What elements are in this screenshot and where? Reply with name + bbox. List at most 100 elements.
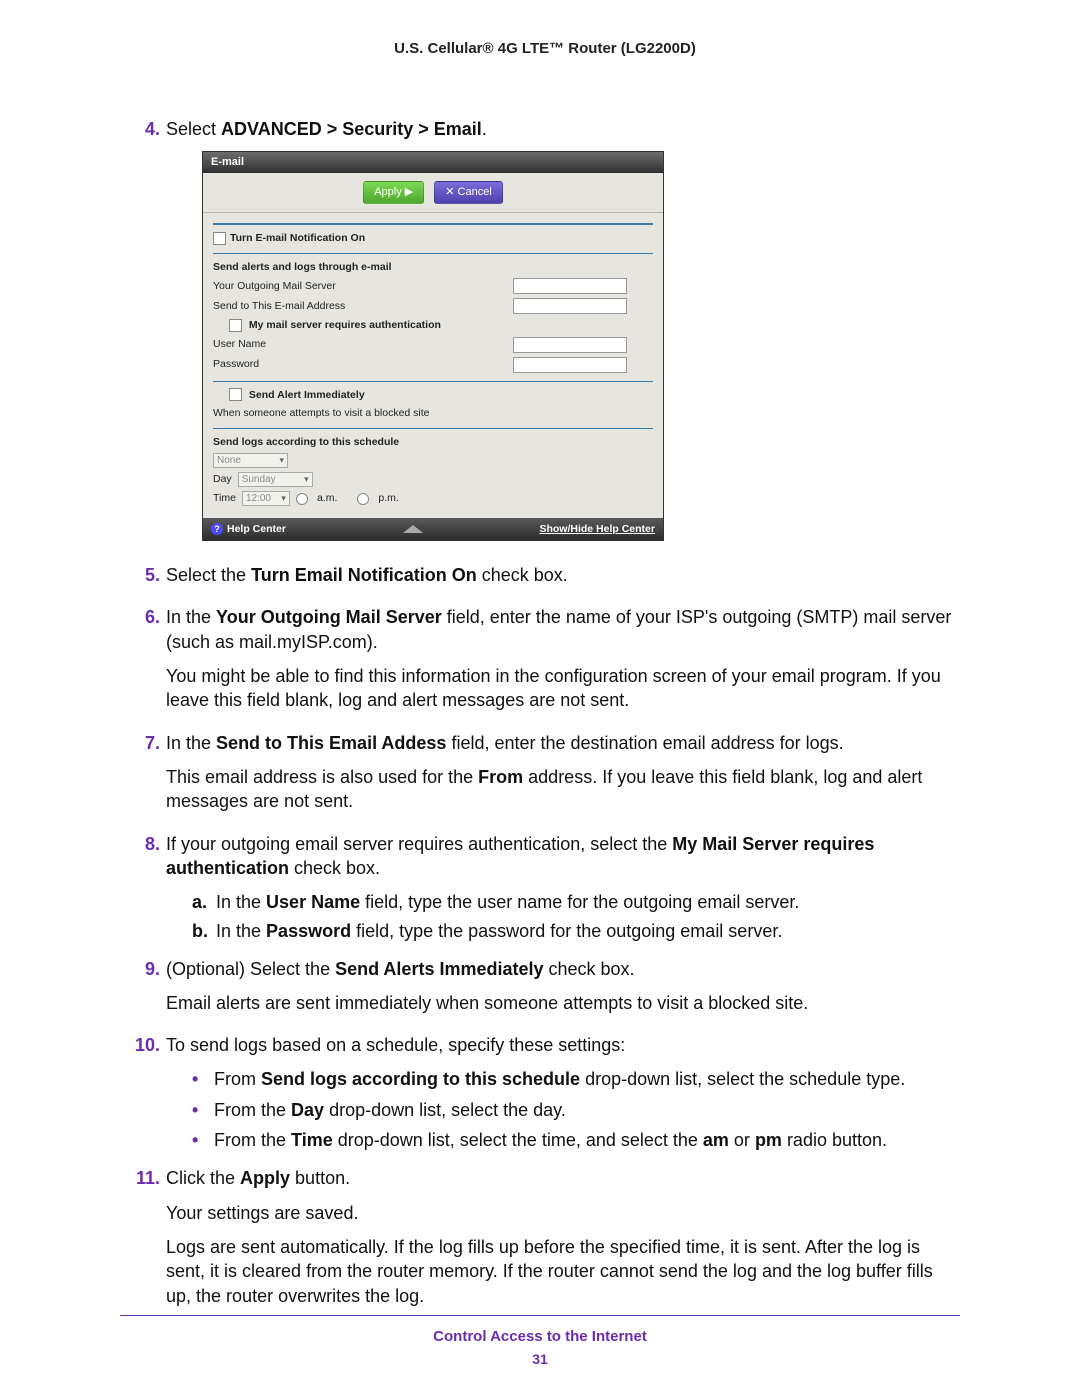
text: In the [166,607,216,627]
schedule-heading: Send logs according to this schedule [213,435,513,449]
text: In the [216,892,266,912]
text-bold: User Name [266,892,360,912]
send-alert-immediately-label: Send Alert Immediately [249,389,365,401]
text: Select the [166,565,251,585]
sub-step-letter: a. [192,890,216,915]
paragraph: To send logs based on a schedule, specif… [166,1033,960,1057]
turn-email-on-label: Turn E-mail Notification On [230,231,365,245]
pm-radio[interactable] [357,493,369,505]
schedule-value: None [217,454,241,468]
turn-email-on-checkbox[interactable] [213,232,226,245]
send-to-label: Send to This E-mail Address [213,299,513,313]
requires-auth-checkbox[interactable] [229,319,242,332]
text: drop-down list, select the time, and sel… [333,1130,703,1150]
text-bold: Apply [240,1168,290,1188]
paragraph: Email alerts are sent immediately when s… [166,991,960,1015]
text-bold: pm [755,1130,782,1150]
document-page: U.S. Cellular® 4G LTE™ Router (LG2200D) … [0,0,1080,1397]
user-name-input[interactable] [513,337,627,353]
divider [213,428,653,429]
router-email-screenshot: E-mail Apply ▶ ✕ Cancel Turn E-mail Noti… [202,151,664,541]
step-7: 7. In the Send to This Email Addess fiel… [130,731,960,824]
screenshot-toolbar: Apply ▶ ✕ Cancel [203,173,663,213]
text-bold: am [703,1130,729,1150]
help-center-link[interactable]: Help Center [227,522,286,536]
bullet-item: From the Time drop-down list, select the… [192,1128,960,1152]
time-select[interactable]: 12:00 ▾ [242,491,290,506]
text-bold: Time [291,1130,333,1150]
step-6: 6. In the Your Outgoing Mail Server fiel… [130,605,960,722]
text: or [729,1130,755,1150]
outgoing-server-label: Your Outgoing Mail Server [213,279,513,293]
password-input[interactable] [513,357,627,373]
page-header: U.S. Cellular® 4G LTE™ Router (LG2200D) [130,40,960,57]
arrow-up-icon [403,525,423,533]
text: button. [290,1168,350,1188]
text: Select [166,119,221,139]
text: radio button. [782,1130,887,1150]
user-name-label: User Name [213,337,513,351]
step-8a: a. In the User Name field, type the user… [192,890,960,915]
text: . [482,119,487,139]
step-5: 5. Select the Turn Email Notification On… [130,563,960,597]
sub-step-letter: b. [192,919,216,944]
text: In the [216,921,266,941]
text-bold: Send Alerts Immediately [335,959,543,979]
password-label: Password [213,357,513,371]
section-heading: Send alerts and logs through e-mail [213,260,513,274]
instruction-list: 4. Select ADVANCED > Security > Email. E… [130,117,960,1318]
text: This email address is also used for the [166,767,478,787]
show-hide-help-link[interactable]: Show/Hide Help Center [539,522,655,536]
text: drop-down list, select the schedule type… [580,1069,905,1089]
day-select[interactable]: Sunday ▾ [238,472,313,487]
send-alert-immediately-checkbox[interactable] [229,388,242,401]
text: field, type the password for the outgoin… [351,921,782,941]
screenshot-title: E-mail [211,155,244,170]
text: From [214,1069,261,1089]
chevron-down-icon: ▾ [304,473,309,485]
step-number: 9. [130,957,160,1026]
schedule-select[interactable]: None ▾ [213,453,288,468]
text-bold: Send logs according to this schedule [261,1069,580,1089]
text: (Optional) Select the [166,959,335,979]
bullet-item: From Send logs according to this schedul… [192,1067,960,1091]
step-9: 9. (Optional) Select the Send Alerts Imm… [130,957,960,1026]
text: From the [214,1130,291,1150]
step-8: 8. If your outgoing email server require… [130,832,960,949]
day-value: Sunday [242,473,276,487]
pm-label: p.m. [378,491,398,505]
send-to-input[interactable] [513,298,627,314]
bullet-item: From the Day drop-down list, select the … [192,1098,960,1122]
step-10: 10. To send logs based on a schedule, sp… [130,1033,960,1158]
outgoing-server-input[interactable] [513,278,627,294]
page-number: 31 [120,1351,960,1367]
step-4: 4. Select ADVANCED > Security > Email. E… [130,117,960,555]
step-number: 5. [130,563,160,597]
footer-section-title: Control Access to the Internet [120,1328,960,1345]
when-attempts-label: When someone attempts to visit a blocked… [213,406,513,420]
chevron-down-icon: ▾ [281,492,286,504]
am-radio[interactable] [296,493,308,505]
step-number: 11. [130,1166,160,1317]
paragraph: Logs are sent automatically. If the log … [166,1235,960,1308]
time-value: 12:00 [246,492,271,506]
step-11: 11. Click the Apply button. Your setting… [130,1166,960,1317]
apply-button[interactable]: Apply ▶ [363,181,424,204]
text: check box. [289,858,380,878]
paragraph: Your settings are saved. [166,1201,960,1225]
screenshot-titlebar: E-mail [203,152,663,173]
divider [213,253,653,254]
step-number: 10. [130,1033,160,1158]
page-footer: Control Access to the Internet 31 [120,1315,960,1367]
cancel-button[interactable]: ✕ Cancel [434,181,503,204]
text-bold: ADVANCED > Security > Email [221,119,482,139]
paragraph: You might be able to find this informati… [166,664,960,713]
step-8b: b. In the Password field, type the passw… [192,919,960,944]
divider [213,223,653,225]
footer-divider [120,1315,960,1316]
text-bold: Day [291,1100,324,1120]
text-bold: Turn Email Notification On [251,565,477,585]
text: drop-down list, select the day. [324,1100,566,1120]
step-number: 7. [130,731,160,824]
screenshot-footer: ? Help Center Show/Hide Help Center [203,518,663,540]
